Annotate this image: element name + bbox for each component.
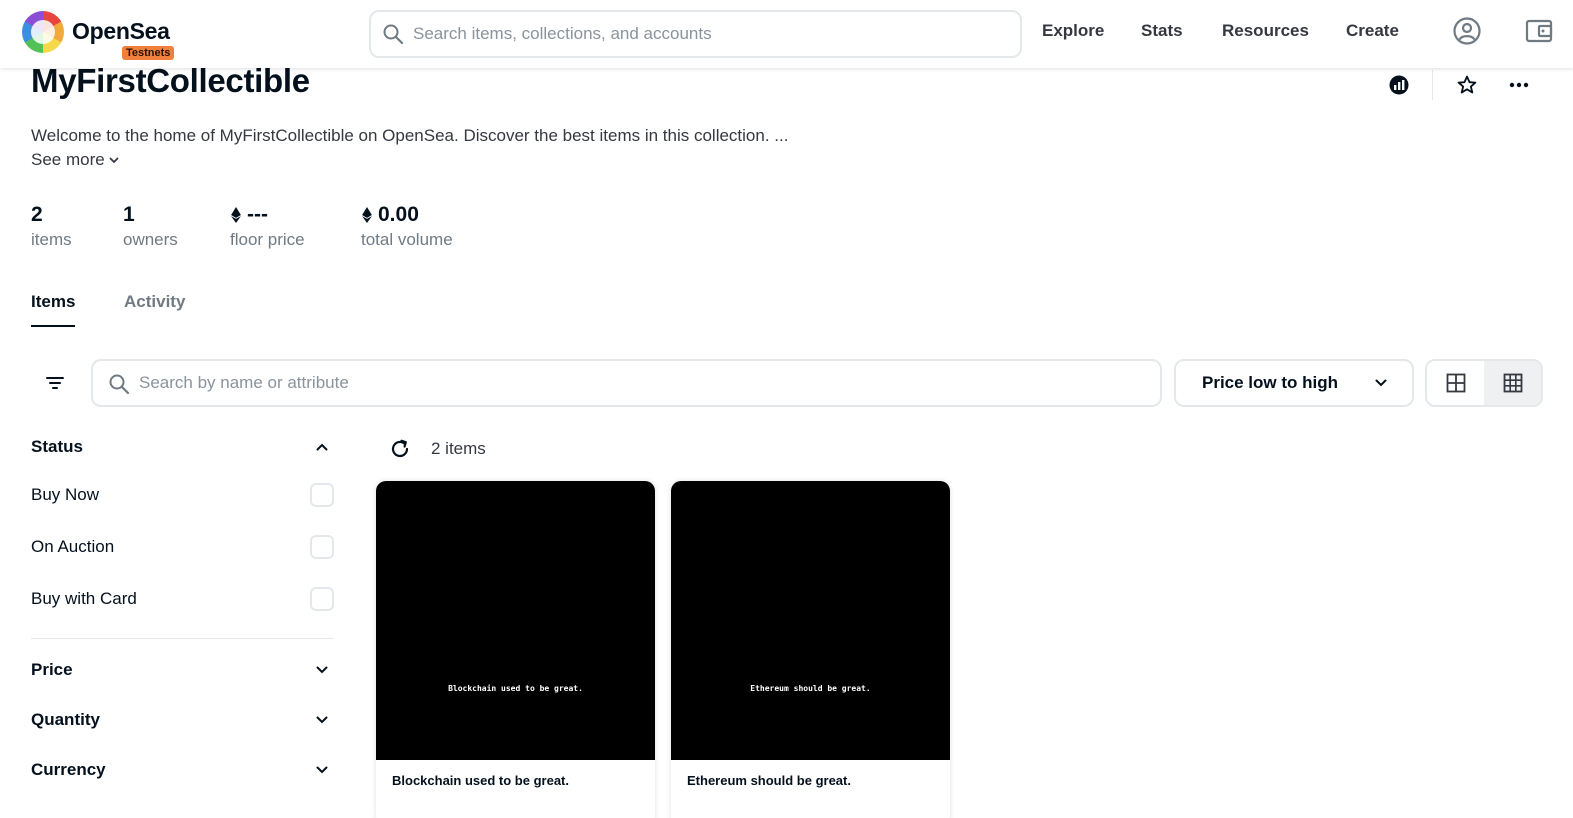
buy-with-card-checkbox[interactable] xyxy=(310,587,334,611)
chevron-down-icon[interactable] xyxy=(313,761,331,779)
currency-filter-title[interactable]: Currency xyxy=(31,760,106,780)
collection-description: Welcome to the home of MyFirstCollectibl… xyxy=(31,126,789,145)
nft-image-text: Blockchain used to be great. xyxy=(448,684,583,693)
refresh-icon[interactable] xyxy=(388,437,412,461)
stat-value: 0.00 xyxy=(378,203,419,226)
search-icon xyxy=(109,374,130,395)
filter-icon xyxy=(46,377,64,389)
see-more-label: See more xyxy=(31,150,105,169)
stat-label: floor price xyxy=(230,230,305,249)
star-icon[interactable] xyxy=(1454,72,1480,98)
nav-explore[interactable]: Explore xyxy=(1042,21,1104,41)
item-search-input[interactable] xyxy=(139,373,1139,393)
chevron-down-icon xyxy=(1375,379,1387,387)
nft-card[interactable]: Blockchain used to be great. Blockchain … xyxy=(376,481,655,818)
grid-view-toggle xyxy=(1425,359,1543,407)
tab-activity[interactable]: Activity xyxy=(124,292,185,325)
more-icon[interactable] xyxy=(1506,72,1532,98)
filter-toggle-button[interactable] xyxy=(38,366,72,400)
price-filter-title[interactable]: Price xyxy=(31,660,73,680)
nav-create[interactable]: Create xyxy=(1346,21,1399,41)
stat-items: 2 items xyxy=(31,203,72,250)
nav-resources[interactable]: Resources xyxy=(1222,21,1309,41)
wallet-icon[interactable] xyxy=(1524,16,1554,46)
sort-label: Price low to high xyxy=(1202,373,1339,392)
stat-value: 1 xyxy=(123,203,135,226)
status-option-on-auction: On Auction xyxy=(31,537,115,556)
search-icon xyxy=(383,24,404,45)
chevron-down-icon xyxy=(109,157,119,164)
nft-image-text: Ethereum should be great. xyxy=(750,684,871,693)
chevron-up-icon[interactable] xyxy=(313,438,331,456)
stat-label: total volume xyxy=(361,230,453,249)
account-icon[interactable] xyxy=(1452,16,1482,46)
small-grid-icon xyxy=(1503,373,1522,393)
stat-owners: 1 owners xyxy=(123,203,178,250)
sort-dropdown[interactable]: Price low to high xyxy=(1174,359,1414,407)
quantity-filter-title[interactable]: Quantity xyxy=(31,710,100,730)
tab-items[interactable]: Items xyxy=(31,292,76,327)
see-more-link[interactable]: See more xyxy=(31,150,120,170)
on-auction-checkbox[interactable] xyxy=(310,535,334,559)
buy-now-checkbox[interactable] xyxy=(310,483,334,507)
top-navbar: OpenSea Testnets Explore Stats Resources… xyxy=(0,0,1573,68)
activity-chart-icon[interactable] xyxy=(1386,72,1412,98)
global-search[interactable] xyxy=(369,10,1022,58)
stat-label: owners xyxy=(123,230,178,249)
stat-value: 2 xyxy=(31,203,43,226)
stat-floor-price: --- floor price xyxy=(230,203,305,250)
results-count: 2 items xyxy=(431,439,486,458)
nft-name[interactable]: Blockchain used to be great. xyxy=(392,773,569,788)
header-divider xyxy=(1432,70,1433,100)
eth-icon xyxy=(362,207,372,223)
global-search-input[interactable] xyxy=(413,24,1003,44)
chevron-down-icon[interactable] xyxy=(313,661,331,679)
stat-value: --- xyxy=(247,203,268,226)
large-grid-icon xyxy=(1446,373,1465,393)
status-option-buy-with-card: Buy with Card xyxy=(31,589,137,608)
stat-label: items xyxy=(31,230,72,249)
small-grid-button[interactable] xyxy=(1484,361,1541,405)
status-filter-title[interactable]: Status xyxy=(31,437,83,457)
nft-image[interactable]: Blockchain used to be great. xyxy=(376,481,655,760)
nft-image[interactable]: Ethereum should be great. xyxy=(671,481,950,760)
eth-icon xyxy=(231,207,241,223)
nav-stats[interactable]: Stats xyxy=(1141,21,1183,41)
testnets-badge: Testnets xyxy=(122,46,175,60)
large-grid-button[interactable] xyxy=(1427,361,1484,405)
stat-total-volume: 0.00 total volume xyxy=(361,203,453,250)
opensea-logo-icon[interactable] xyxy=(22,11,64,53)
sidebar-divider xyxy=(31,638,333,639)
nft-name[interactable]: Ethereum should be great. xyxy=(687,773,851,788)
status-option-buy-now: Buy Now xyxy=(31,485,100,504)
nft-card[interactable]: Ethereum should be great. Ethereum shoul… xyxy=(671,481,950,818)
brand-name[interactable]: OpenSea xyxy=(72,18,170,45)
chevron-down-icon[interactable] xyxy=(313,711,331,729)
item-search[interactable] xyxy=(91,359,1162,407)
